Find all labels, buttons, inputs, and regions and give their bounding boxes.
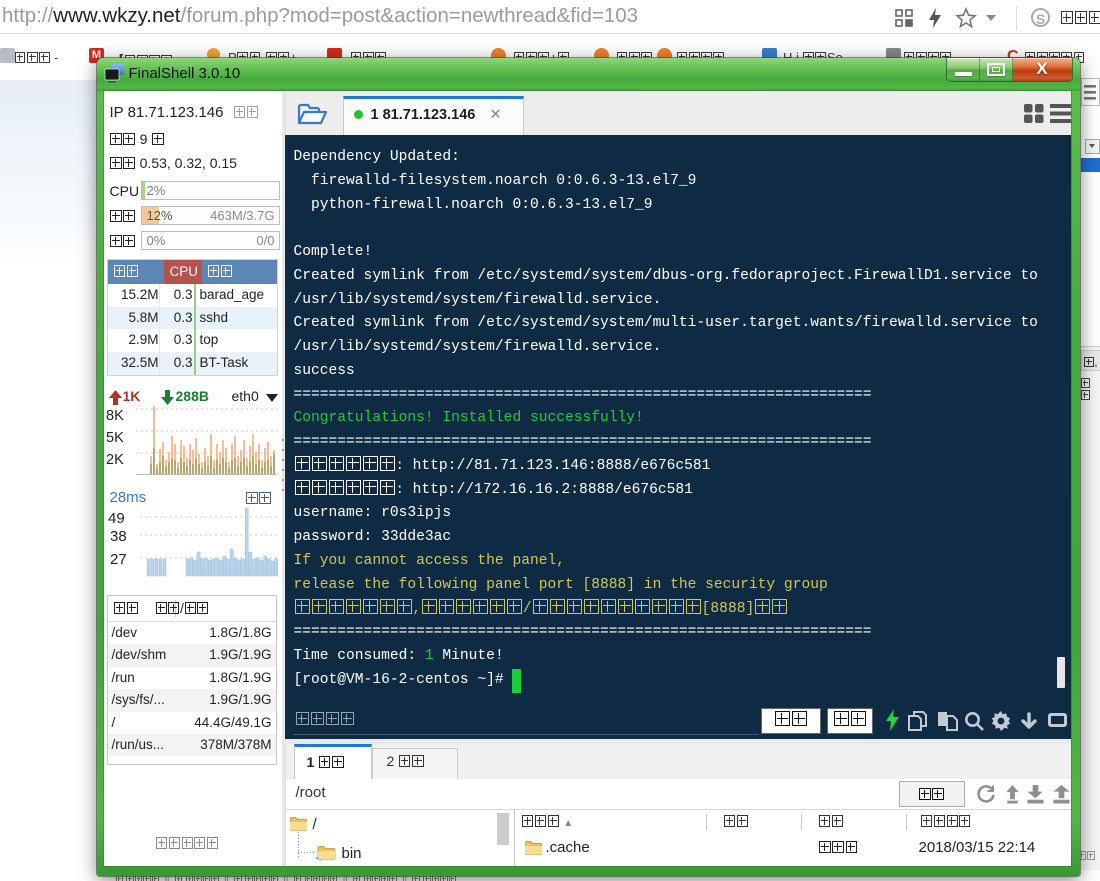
- svg-text:5K: 5K: [106, 430, 124, 446]
- svg-text:38: 38: [110, 528, 127, 545]
- svg-text:8K: 8K: [106, 408, 124, 424]
- svg-text:49: 49: [108, 510, 125, 527]
- svg-text:2K: 2K: [106, 452, 124, 468]
- svg-text:27: 27: [110, 551, 127, 568]
